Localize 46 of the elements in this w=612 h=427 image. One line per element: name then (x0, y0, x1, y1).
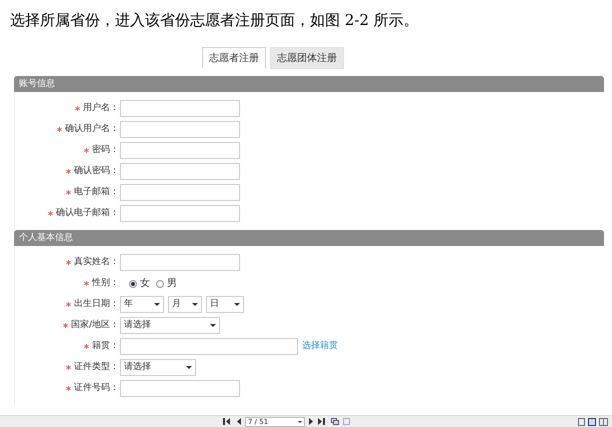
section-header: 个人基本信息 (14, 230, 604, 246)
copy-icon[interactable] (331, 418, 339, 425)
single-page-icon[interactable] (578, 418, 585, 426)
input-field[interactable] (120, 100, 240, 117)
radio-button[interactable] (129, 280, 137, 288)
page-icon[interactable] (343, 418, 350, 425)
next-page-icon[interactable] (309, 418, 314, 425)
link[interactable]: 选择籍贯 (302, 340, 338, 354)
dropdown[interactable]: 日 (206, 296, 244, 313)
previous-page-icon[interactable] (236, 418, 241, 425)
field-label: 性别： (92, 276, 119, 290)
radio-label: 女 (140, 277, 150, 291)
two-page-icon[interactable] (599, 418, 608, 426)
dropdown[interactable]: 请选择 (120, 317, 220, 334)
input-field[interactable] (120, 184, 240, 201)
field-label: 密码： (92, 144, 119, 157)
field-label: 确认密码： (74, 164, 119, 178)
field-label: 电子邮箱： (74, 186, 119, 199)
input-field[interactable] (120, 205, 240, 222)
section-header: 账号信息 (14, 76, 604, 92)
input-field[interactable] (120, 121, 240, 138)
field-label: 籍贯： (92, 340, 119, 353)
input-field[interactable] (120, 254, 240, 271)
radio-label: 男 (167, 277, 177, 291)
input-field[interactable] (120, 142, 240, 159)
heading: 选择所属省份，进入该省份志愿者注册页面，如图 2-2 所示。 (10, 10, 419, 30)
radio-button[interactable] (156, 280, 164, 288)
field-label: 真实姓名： (74, 256, 119, 269)
dropdown[interactable]: 请选择 (120, 359, 196, 376)
dropdown[interactable]: 月 (168, 296, 202, 313)
input-field[interactable] (120, 380, 240, 397)
continuous-page-icon[interactable] (588, 418, 596, 426)
field-label: 出生日期： (74, 298, 119, 311)
tab[interactable]: 志愿者注册 (202, 47, 266, 69)
field-label: 证件号码： (74, 382, 119, 395)
field-label: 证件类型： (74, 360, 119, 374)
input-field[interactable] (120, 163, 240, 180)
field-label: 国家/地区： (70, 318, 119, 332)
last-page-icon[interactable] (318, 418, 327, 425)
dropdown[interactable]: 年 (120, 296, 164, 313)
field-label: 确认电子邮箱： (56, 206, 119, 220)
field-label: 用户名： (83, 102, 119, 115)
input-field[interactable] (120, 338, 298, 355)
field-label: 确认用户名： (65, 122, 119, 136)
tab[interactable]: 志愿团体注册 (270, 47, 344, 69)
first-page-icon[interactable] (223, 418, 232, 425)
